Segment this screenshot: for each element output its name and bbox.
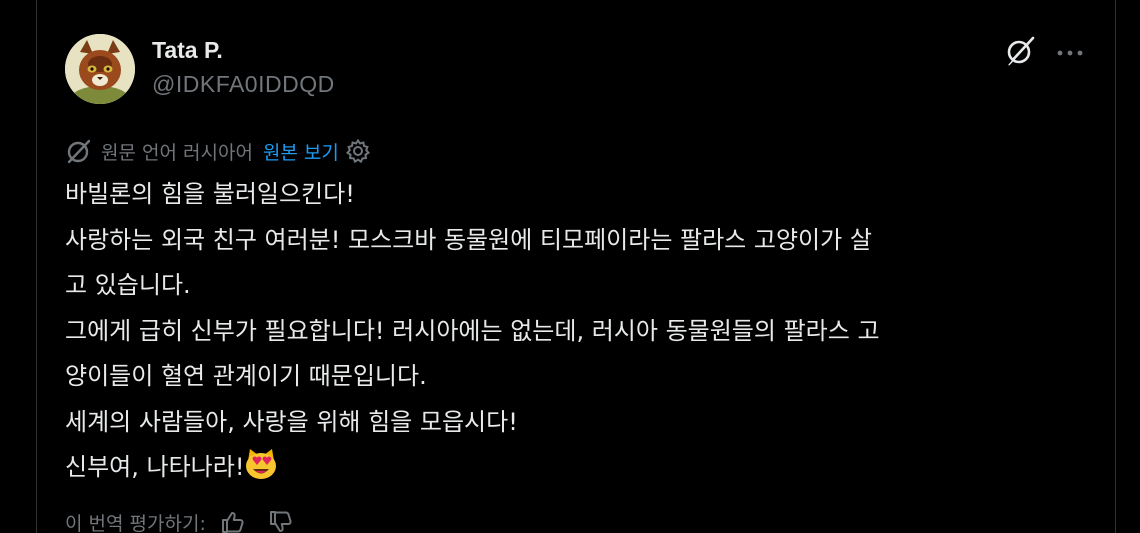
post-body-line: 사랑하는 외국 친구 여러분! 모스크바 동물원에 티모페이라는 팔라스 고양이…	[65, 225, 872, 254]
column-border-right	[1115, 0, 1116, 533]
grok-button[interactable]	[1002, 36, 1038, 70]
post-body-line: 세계의 사람들아, 사랑을 위해 힘을 모읍시다!	[65, 407, 518, 436]
post-body: 바빌론의 힘을 불러일으킨다! 사랑하는 외국 친구 여러분! 모스크바 동물원…	[65, 172, 1085, 491]
gear-icon[interactable]	[345, 138, 371, 164]
thumbs-up-icon[interactable]	[220, 508, 248, 533]
rate-translation-bar: 이 번역 평가하기:	[65, 505, 316, 533]
post-body-line: 고 있습니다.	[65, 271, 191, 299]
post-body-line: 바빌론의 힘을 불러일으킨다!	[65, 180, 355, 208]
translate-icon	[65, 137, 93, 165]
display-name[interactable]: Tata P.	[152, 34, 335, 66]
rate-translation-label: 이 번역 평가하기:	[65, 512, 206, 533]
translation-bar: 원문 언어 러시아어 원본 보기	[65, 136, 371, 166]
post-body-line: 신부여, 나타나라!	[65, 453, 245, 481]
heart-eyes-cat-emoji	[244, 447, 278, 481]
post-body-line: 그에게 급히 신부가 필요합니다! 러시아에는 없는데, 러시아 동물원들의 팔…	[65, 316, 880, 345]
source-language-label: 원문 언어 러시아어	[101, 141, 253, 164]
post: Tata P. @IDKFA0IDDQD 원문 언어 러시아어 원본 보기 바빌…	[37, 0, 1115, 533]
thumbs-down-icon[interactable]	[268, 508, 296, 533]
more-options-icon	[1056, 42, 1084, 61]
user-info: Tata P. @IDKFA0IDDQD	[152, 34, 335, 102]
show-original-link[interactable]: 원본 보기	[263, 138, 339, 165]
avatar[interactable]	[65, 34, 135, 104]
user-handle[interactable]: @IDKFA0IDDQD	[152, 66, 335, 102]
grok-icon	[1003, 34, 1037, 72]
post-body-line: 양이들이 혈연 관계이기 때문입니다.	[65, 362, 427, 390]
more-options-button[interactable]	[1053, 36, 1087, 66]
post-body-last-line: 신부여, 나타나라!	[65, 445, 1085, 491]
